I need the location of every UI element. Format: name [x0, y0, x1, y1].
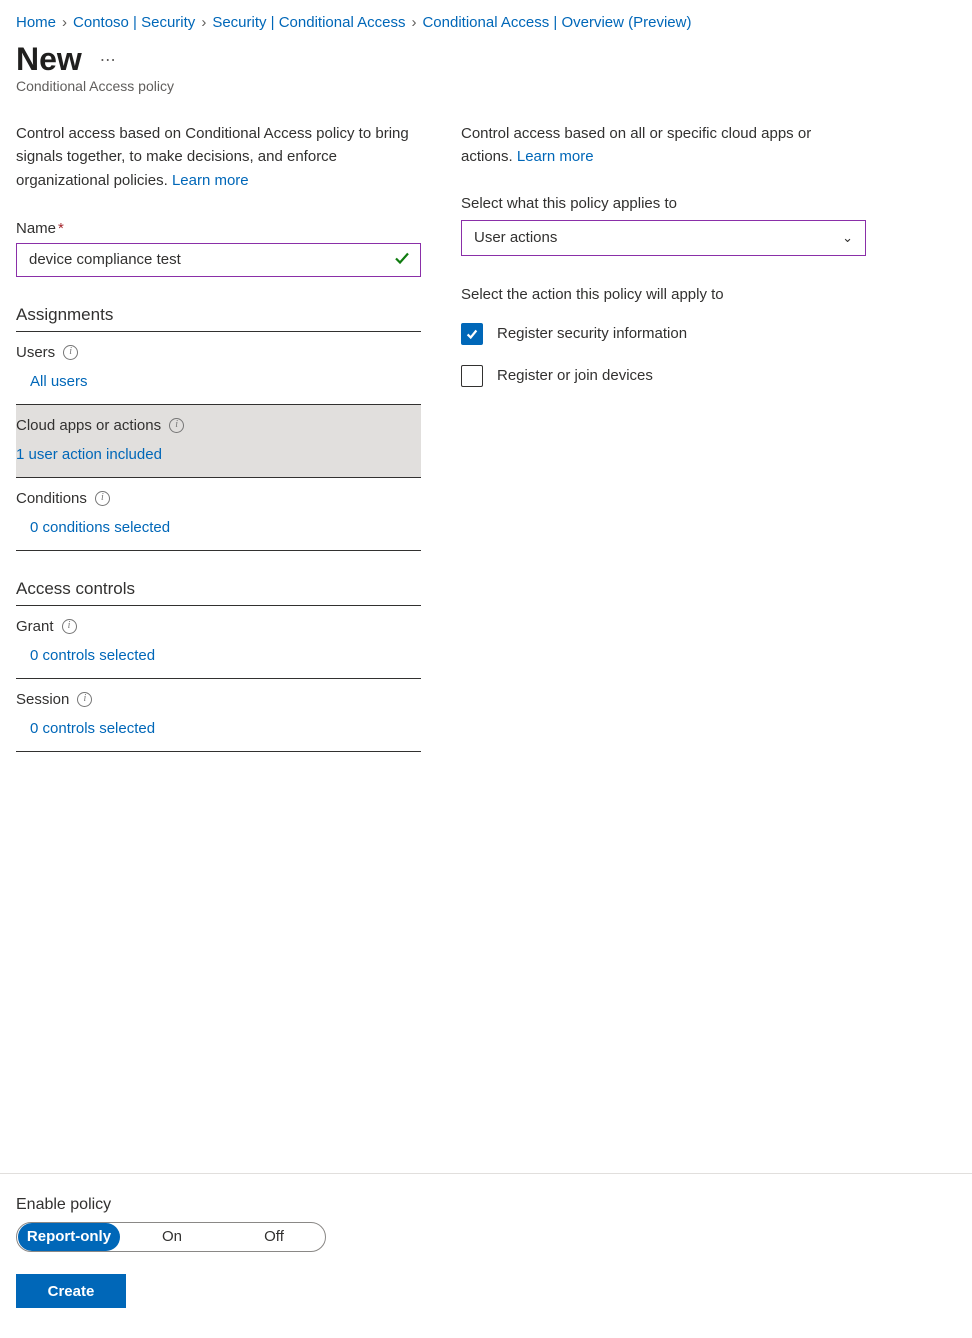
- action-label: Register security information: [497, 325, 687, 342]
- info-icon[interactable]: i: [77, 692, 92, 707]
- assignments-header: Assignments: [16, 305, 421, 332]
- right-desc-text: Control access based on all or specific …: [461, 125, 811, 165]
- pill-on[interactable]: On: [121, 1223, 223, 1251]
- action-apply-label: Select the action this policy will apply…: [461, 286, 866, 303]
- learn-more-link-right[interactable]: Learn more: [517, 148, 594, 165]
- session-label: Session: [16, 691, 69, 708]
- breadcrumb-item-security-ca[interactable]: Security | Conditional Access: [212, 14, 405, 31]
- conditions-label: Conditions: [16, 490, 87, 507]
- chevron-right-icon: ›: [62, 14, 67, 31]
- footer: Enable policy Report-only On Off Create: [0, 1173, 972, 1338]
- left-panel: Control access based on Conditional Acce…: [16, 122, 421, 1173]
- action-register-join-devices[interactable]: Register or join devices: [461, 365, 866, 387]
- info-icon[interactable]: i: [63, 345, 78, 360]
- create-button[interactable]: Create: [16, 1274, 126, 1308]
- action-register-security-info[interactable]: Register security information: [461, 323, 866, 345]
- enable-policy-toggle[interactable]: Report-only On Off: [16, 1222, 326, 1252]
- access-grant[interactable]: Grant i 0 controls selected: [16, 606, 421, 679]
- name-input[interactable]: [27, 250, 394, 269]
- pill-report-only[interactable]: Report-only: [18, 1223, 120, 1251]
- access-controls-header: Access controls: [16, 579, 421, 606]
- applies-to-value: User actions: [474, 229, 557, 246]
- info-icon[interactable]: i: [169, 418, 184, 433]
- chevron-right-icon: ›: [201, 14, 206, 31]
- users-value-link[interactable]: All users: [16, 373, 421, 390]
- conditions-value-link[interactable]: 0 conditions selected: [16, 519, 421, 536]
- breadcrumb-item-ca-overview[interactable]: Conditional Access | Overview (Preview): [422, 14, 691, 31]
- grant-label: Grant: [16, 618, 54, 635]
- left-description: Control access based on Conditional Acce…: [16, 122, 421, 192]
- assignment-cloud-apps[interactable]: Cloud apps or actions i 1 user action in…: [16, 405, 421, 478]
- checkbox-unchecked-icon[interactable]: [461, 365, 483, 387]
- name-input-wrapper: [16, 243, 421, 277]
- access-session[interactable]: Session i 0 controls selected: [16, 679, 421, 752]
- right-description: Control access based on all or specific …: [461, 122, 866, 169]
- breadcrumb: Home › Contoso | Security › Security | C…: [0, 0, 972, 35]
- more-actions-button[interactable]: ⋯: [100, 50, 118, 70]
- info-icon[interactable]: i: [62, 619, 77, 634]
- pill-off[interactable]: Off: [223, 1223, 325, 1251]
- session-value-link[interactable]: 0 controls selected: [16, 720, 421, 737]
- page-title: New: [16, 41, 82, 78]
- applies-to-select[interactable]: User actions ⌄: [461, 220, 866, 256]
- cloud-apps-label: Cloud apps or actions: [16, 417, 161, 434]
- grant-value-link[interactable]: 0 controls selected: [16, 647, 421, 664]
- assignment-users[interactable]: Users i All users: [16, 332, 421, 405]
- name-label: Name*: [16, 220, 421, 237]
- checkbox-checked-icon[interactable]: [461, 323, 483, 345]
- enable-policy-label: Enable policy: [16, 1196, 956, 1214]
- users-label: Users: [16, 344, 55, 361]
- info-icon[interactable]: i: [95, 491, 110, 506]
- required-asterisk: *: [58, 220, 64, 237]
- applies-to-label: Select what this policy applies to: [461, 195, 866, 212]
- page-subtitle: Conditional Access policy: [0, 78, 972, 98]
- right-panel: Control access based on all or specific …: [461, 122, 866, 1173]
- chevron-down-icon: ⌄: [842, 230, 853, 246]
- valid-check-icon: [394, 250, 410, 270]
- assignment-conditions[interactable]: Conditions i 0 conditions selected: [16, 478, 421, 551]
- breadcrumb-item-home[interactable]: Home: [16, 14, 56, 31]
- learn-more-link[interactable]: Learn more: [172, 172, 249, 189]
- breadcrumb-item-contoso-security[interactable]: Contoso | Security: [73, 14, 195, 31]
- cloud-apps-value-link[interactable]: 1 user action included: [16, 446, 421, 463]
- action-label: Register or join devices: [497, 367, 653, 384]
- chevron-right-icon: ›: [411, 14, 416, 31]
